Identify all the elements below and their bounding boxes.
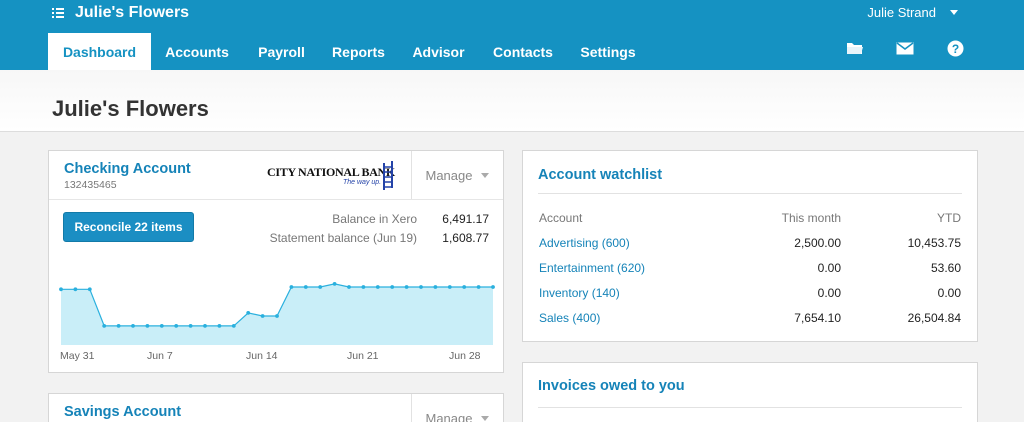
checking-account-title[interactable]: Checking Account [64, 161, 191, 177]
user-menu[interactable]: Julie Strand [867, 5, 958, 20]
page-title: Julie's Flowers [52, 96, 209, 121]
x-axis-label: Jun 28 [449, 350, 481, 362]
chart-point [419, 285, 423, 289]
tab-contacts[interactable]: Contacts [480, 33, 566, 70]
chart-point [203, 324, 207, 328]
tab-dashboard[interactable]: Dashboard [48, 33, 151, 70]
bank-logo: CITY NATIONAL BANK The way up. [267, 161, 397, 191]
reconcile-button[interactable]: Reconcile 22 items [63, 212, 194, 242]
tab-settings[interactable]: Settings [566, 33, 650, 70]
chart-point [476, 285, 481, 289]
svg-text:?: ? [951, 41, 958, 55]
chart-point [246, 311, 251, 315]
user-name: Julie Strand [867, 5, 936, 20]
ytd-value: 10,453.75 [907, 236, 961, 250]
chart-point [87, 287, 92, 292]
bank-tagline: The way up. [343, 179, 382, 186]
ytd-value: 0.00 [937, 286, 961, 300]
invoices-card: Invoices owed to you [522, 362, 978, 422]
manage-dropdown[interactable]: Manage [411, 394, 503, 422]
chart-point [375, 285, 380, 289]
org-switcher[interactable]: Julie's Flowers [52, 3, 189, 23]
chart-point [188, 324, 193, 328]
column-header-this-month: This month [781, 211, 841, 225]
manage-label: Manage [425, 410, 473, 422]
this-month-value: 7,654.10 [794, 311, 841, 325]
tab-reports[interactable]: Reports [320, 33, 397, 70]
top-bar: Julie's Flowers Julie Strand Dashboard A… [0, 0, 1024, 70]
account-link[interactable]: Entertainment (620) [539, 261, 645, 275]
balance-xero-value: 6,491.17 [442, 212, 489, 226]
chart-point [275, 314, 279, 318]
divider [538, 193, 962, 194]
chart-point [174, 324, 179, 328]
this-month-value: 0.00 [817, 286, 841, 300]
ytd-value: 53.60 [930, 261, 961, 275]
bank-logo-text: CITY NATIONAL BANK [267, 165, 395, 179]
chart-point [217, 324, 222, 328]
chart-point [462, 285, 467, 289]
chart-point [491, 285, 495, 289]
this-month-value: 0.00 [817, 261, 841, 275]
ytd-value: 26,504.84 [907, 311, 961, 325]
statement-balance-label: Statement balance (Jun 19) [269, 231, 417, 245]
account-link[interactable]: Advertising (600) [539, 236, 630, 250]
account-link[interactable]: Sales (400) [539, 311, 600, 325]
chart-point [59, 287, 63, 292]
balance-xero-label: Balance in Xero [332, 212, 417, 226]
manage-dropdown[interactable]: Manage [411, 151, 503, 199]
chart-point [404, 285, 409, 289]
menu-list-icon [52, 7, 64, 19]
statement-balance-value: 1,608.77 [442, 231, 489, 245]
column-header-account: Account [539, 211, 583, 225]
ladder-icon [383, 161, 393, 190]
tab-accounts[interactable]: Accounts [151, 33, 243, 70]
x-axis-label: Jun 21 [347, 350, 379, 362]
invoices-title: Invoices owed to you [538, 378, 685, 394]
chart-point [332, 282, 337, 286]
org-name: Julie's Flowers [75, 4, 190, 21]
tab-payroll[interactable]: Payroll [243, 33, 320, 70]
chart-point [433, 285, 438, 289]
account-number: 132435465 [64, 179, 117, 191]
chart-point [73, 287, 78, 292]
manage-label: Manage [425, 167, 473, 183]
savings-account-card: Savings Account Manage [48, 393, 504, 422]
chart-point [260, 314, 265, 318]
mail-icon[interactable] [896, 40, 914, 56]
help-icon[interactable]: ? [946, 40, 964, 56]
column-header-ytd: YTD [937, 211, 961, 225]
checking-account-card: Checking Account 132435465 CITY NATIONAL… [48, 150, 504, 373]
chart-point [102, 324, 107, 328]
divider [538, 407, 962, 408]
divider [49, 199, 503, 200]
chart-point [361, 285, 366, 289]
account-link[interactable]: Inventory (140) [539, 286, 620, 300]
chevron-down-icon [950, 10, 958, 15]
chevron-down-icon [481, 172, 490, 178]
tab-advisor[interactable]: Advisor [397, 33, 480, 70]
main-nav: Dashboard Accounts Payroll Reports Advis… [48, 33, 650, 70]
chart-point [131, 324, 135, 328]
chart-point [289, 285, 294, 289]
chart-point [159, 324, 164, 328]
folder-icon[interactable] [846, 40, 864, 56]
balance-chart [59, 282, 495, 345]
chart-point [447, 285, 452, 289]
chart-point [347, 285, 351, 289]
watchlist-title: Account watchlist [538, 167, 663, 183]
x-axis-label: May 31 [60, 350, 95, 362]
account-watchlist-card: Account watchlist Account This month YTD… [522, 150, 978, 342]
x-axis-label: Jun 7 [147, 350, 173, 362]
x-axis-label: Jun 14 [246, 350, 278, 362]
chart-point [318, 285, 323, 289]
chart-point [231, 324, 236, 328]
this-month-value: 2,500.00 [794, 236, 841, 250]
chart-point [303, 285, 308, 289]
chevron-down-icon [481, 415, 490, 421]
chart-point [390, 285, 395, 289]
savings-account-title[interactable]: Savings Account [64, 404, 181, 420]
chart-point [145, 324, 150, 328]
chart-point [116, 324, 121, 328]
